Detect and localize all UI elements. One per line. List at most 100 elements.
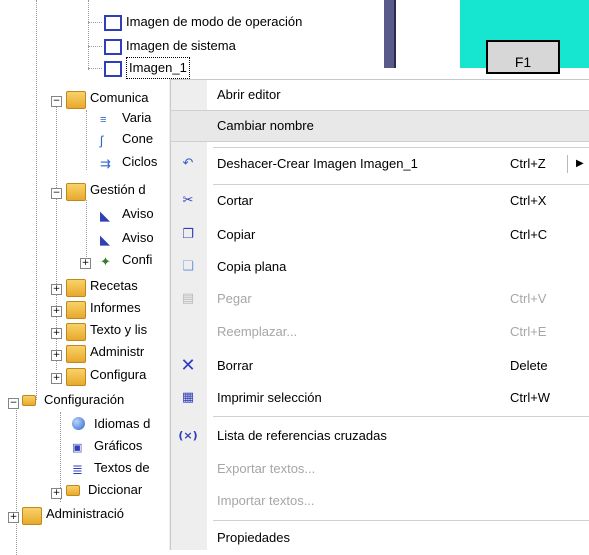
tree-item-project-texts[interactable]: ≣ Textos de bbox=[72, 458, 150, 478]
expand-toggle[interactable]: + bbox=[51, 488, 62, 499]
tree-item-dictionaries[interactable]: Diccionar bbox=[66, 480, 142, 500]
copy-icon: ❐ bbox=[182, 227, 194, 242]
tree-item-label: Configuración bbox=[44, 392, 125, 407]
config-icon: ✦ bbox=[100, 254, 111, 269]
collapse-toggle[interactable]: − bbox=[51, 188, 62, 199]
cycles-icon: ⇉ bbox=[100, 156, 111, 171]
tree-item-label: Idiomas d bbox=[94, 416, 151, 431]
tree-item-recipes[interactable]: Recetas bbox=[66, 276, 138, 297]
menu-item-import-texts[interactable]: Importar textos... bbox=[171, 486, 589, 516]
menu-separator bbox=[213, 520, 589, 521]
tree-item-label: Texto y lis bbox=[90, 322, 148, 337]
menu-item-label: Pegar bbox=[217, 291, 252, 306]
menu-separator bbox=[213, 416, 589, 417]
collapse-toggle[interactable]: − bbox=[51, 96, 62, 107]
expand-toggle[interactable]: + bbox=[51, 284, 62, 295]
menu-item-label: Importar textos... bbox=[217, 493, 315, 508]
undo-icon: ↶ bbox=[182, 156, 194, 171]
menu-item-export-texts[interactable]: Exportar textos... bbox=[171, 454, 589, 484]
tree-item-alarms-1[interactable]: ◣ Aviso bbox=[100, 204, 154, 224]
tree-item-label: Recetas bbox=[90, 278, 138, 293]
scissors-icon: ✂ bbox=[182, 193, 194, 208]
tree-item-graphics[interactable]: ▣ Gráficos bbox=[72, 436, 142, 456]
submenu-arrow-icon[interactable]: ▶ bbox=[576, 149, 584, 179]
tree-item-alarms-2[interactable]: ◣ Aviso bbox=[100, 228, 154, 248]
tree-item-alarm-config[interactable]: ✦ Confi bbox=[100, 250, 152, 270]
tree-item-label: Configura bbox=[90, 367, 147, 382]
tree-item-label: Imagen de sistema bbox=[126, 38, 236, 53]
connections-icon: ʃ bbox=[100, 133, 103, 148]
menu-item-label: Abrir editor bbox=[217, 87, 281, 102]
tree-item-operation-mode-screen[interactable]: Imagen de modo de operación bbox=[104, 12, 302, 32]
menu-item-shortcut: Ctrl+W bbox=[510, 390, 551, 405]
folder-db-icon bbox=[22, 506, 42, 525]
menu-separator bbox=[213, 184, 589, 185]
expand-toggle[interactable]: + bbox=[8, 512, 19, 523]
tree-item-reports[interactable]: Informes bbox=[66, 298, 141, 319]
collapse-toggle[interactable]: − bbox=[8, 398, 19, 409]
tree-item-label: Aviso bbox=[122, 206, 154, 221]
tree-item-label: Diccionar bbox=[88, 482, 143, 497]
tree-item-label: Aviso bbox=[122, 230, 154, 245]
tree-item-administration[interactable]: Administració bbox=[22, 504, 124, 525]
tree-item-connections[interactable]: ʃ Cone bbox=[100, 129, 153, 149]
expand-toggle[interactable]: + bbox=[51, 350, 62, 361]
folder-alarm-icon bbox=[66, 182, 86, 201]
tree-item-label: Comunica bbox=[90, 90, 149, 105]
menu-item-rename[interactable]: Cambiar nombre bbox=[170, 110, 589, 142]
menu-item-replace[interactable]: Reemplazar... Ctrl+E bbox=[171, 317, 589, 347]
menu-item-label: Lista de referencias cruzadas bbox=[217, 428, 387, 443]
folder-text-icon bbox=[66, 322, 86, 341]
expand-toggle[interactable]: + bbox=[80, 258, 91, 269]
tree-item-variables[interactable]: ≡ Varia bbox=[100, 108, 151, 128]
tree-item-imagen-1[interactable]: Imagen_1 bbox=[104, 57, 190, 79]
menu-item-delete[interactable]: ✕ Borrar Delete bbox=[171, 351, 589, 381]
menu-item-shortcut: Ctrl+V bbox=[510, 291, 547, 306]
context-menu: Abrir editor Cambiar nombre ↶ Deshacer-C… bbox=[170, 79, 589, 550]
variables-icon: ≡ bbox=[100, 114, 107, 126]
tree-item-language-config[interactable]: Configuración bbox=[22, 390, 124, 410]
expand-toggle[interactable]: + bbox=[51, 373, 62, 384]
menu-item-copy[interactable]: ❐ Copiar Ctrl+C bbox=[171, 220, 589, 250]
tree-item-languages[interactable]: Idiomas d bbox=[72, 414, 150, 434]
expand-toggle[interactable]: + bbox=[51, 328, 62, 339]
tree-item-alarm-management[interactable]: Gestión d bbox=[66, 180, 146, 201]
submenu-divider bbox=[567, 155, 568, 173]
menu-item-label: Deshacer-Crear Imagen Imagen_1 bbox=[217, 156, 418, 171]
menu-item-print-selection[interactable]: ▦ Imprimir selección Ctrl+W bbox=[171, 383, 589, 413]
tree-item-label: Imagen de modo de operación bbox=[126, 14, 303, 29]
tree-item-label: Imagen_1 bbox=[126, 57, 190, 79]
folder-config-icon bbox=[66, 367, 86, 386]
tree-item-system-screen[interactable]: Imagen de sistema bbox=[104, 36, 236, 56]
graphics-icon: ▣ bbox=[72, 442, 83, 454]
menu-item-label: Reemplazar... bbox=[217, 324, 298, 339]
menu-item-flat-copy[interactable]: ❏ Copia plana bbox=[171, 252, 589, 282]
delete-icon: ✕ bbox=[180, 355, 196, 376]
menu-item-open-editor[interactable]: Abrir editor bbox=[171, 80, 589, 110]
folder-admin-icon bbox=[66, 344, 86, 363]
tree-item-admin[interactable]: Administr bbox=[66, 342, 145, 363]
tree-item-label: Gestión d bbox=[90, 182, 146, 197]
text-icon: ≣ bbox=[72, 462, 83, 477]
menu-item-undo[interactable]: ↶ Deshacer-Crear Imagen Imagen_1 Ctrl+Z … bbox=[171, 149, 589, 179]
tree-item-configure[interactable]: Configura bbox=[66, 365, 147, 386]
tree-item-label: Informes bbox=[90, 300, 141, 315]
screen-icon bbox=[104, 15, 122, 31]
tree-item-label: Gráficos bbox=[94, 438, 143, 453]
folder-recipes-icon bbox=[66, 278, 86, 297]
globe-folder-icon bbox=[66, 482, 84, 498]
menu-item-cut[interactable]: ✂ Cortar Ctrl+X bbox=[171, 186, 589, 216]
menu-item-label: Cambiar nombre bbox=[217, 118, 314, 133]
tree-item-label: Administr bbox=[90, 344, 145, 359]
menu-item-cross-references[interactable]: (×) Lista de referencias cruzadas bbox=[171, 421, 589, 451]
tree-item-texts-lists[interactable]: Texto y lis bbox=[66, 320, 148, 341]
tree-item-communication[interactable]: Comunica bbox=[66, 88, 149, 109]
tree-item-label: Varia bbox=[122, 110, 152, 125]
menu-item-paste[interactable]: ▤ Pegar Ctrl+V bbox=[171, 284, 589, 314]
expand-toggle[interactable]: + bbox=[51, 306, 62, 317]
tree-item-label: Cone bbox=[122, 131, 154, 146]
f1-button[interactable]: F1 bbox=[486, 40, 560, 74]
pane-splitter[interactable] bbox=[384, 0, 396, 68]
menu-item-label: Cortar bbox=[217, 193, 254, 208]
tree-item-cycles[interactable]: ⇉ Ciclos bbox=[100, 152, 157, 172]
